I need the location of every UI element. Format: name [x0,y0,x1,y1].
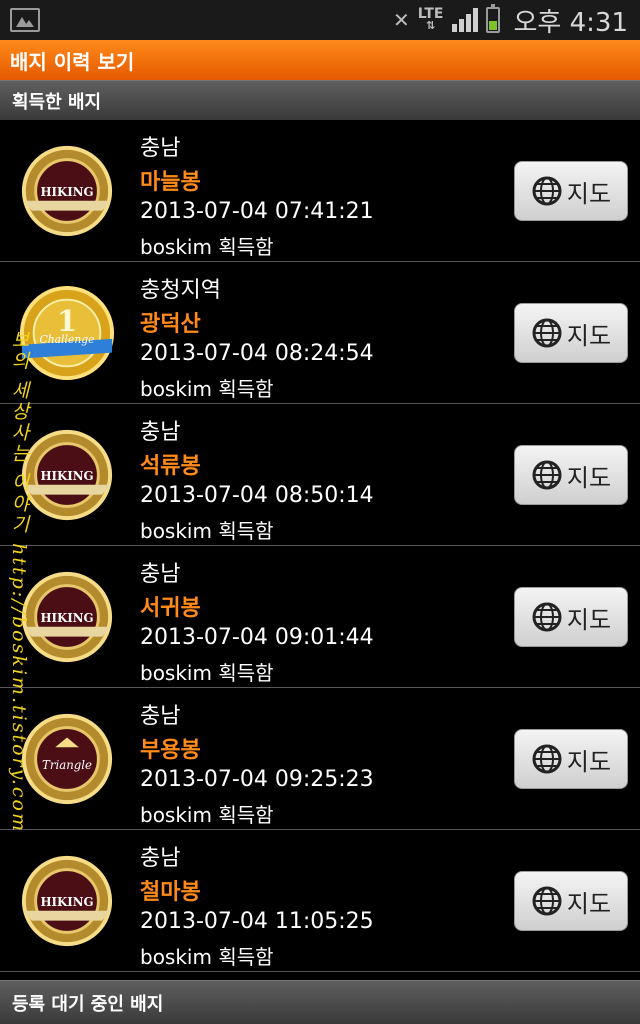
svg-text:Triangle: Triangle [42,758,92,772]
badge-mountain: 부용봉 [140,738,201,763]
acquired-section-header: 획득한 배지 [0,80,640,120]
svg-text:HIKING: HIKING [40,895,93,909]
hiking-badge-icon: HIKING [21,145,113,237]
badge-mountain: 철마봉 [140,880,201,905]
map-button[interactable]: 지도 [514,729,628,789]
badge-mountain: 광덕산 [140,312,201,337]
map-button-label: 지도 [566,321,612,350]
globe-icon [532,886,562,916]
map-button[interactable]: 지도 [514,445,628,505]
globe-icon [532,744,562,774]
badge-region: 충남 [140,704,181,729]
map-button[interactable]: 지도 [514,871,628,931]
badge-user: boskim 획득함 [140,661,274,685]
badge-datetime: 2013-07-04 11:05:25 [140,909,374,934]
badge-mountain: 서귀봉 [140,596,201,621]
map-button[interactable]: 지도 [514,161,628,221]
map-button-label: 지도 [566,463,612,492]
mute-icon: ✕ [393,8,410,32]
badge-user: boskim 획득함 [140,519,274,543]
map-button[interactable]: 지도 [514,587,628,647]
map-button-label: 지도 [566,605,612,634]
status-bar: ✕ LTE ⇅ 오후 4:31 [0,0,640,40]
map-button-label: 지도 [566,889,612,918]
svg-text:HIKING: HIKING [40,185,93,199]
globe-icon [532,460,562,490]
badge-row: HIKING 충남 마늘봉 2013-07-04 07:41:21 boskim… [0,120,640,262]
badge-mountain: 마늘봉 [140,170,201,195]
watermark: 보의 세상사는 이야기 http://boskim.tistory.com [6,330,42,1020]
badge-datetime: 2013-07-04 09:25:23 [140,767,374,792]
status-time: 오후 4:31 [513,7,629,38]
badge-row: HIKING 충남 석류봉 2013-07-04 08:50:14 boskim… [0,404,640,546]
map-button-label: 지도 [566,747,612,776]
badge-row: HIKING 충남 철마봉 2013-07-04 11:05:25 boskim… [0,830,640,972]
badge-datetime: 2013-07-04 08:24:54 [140,341,374,366]
badge-user: boskim 획득함 [140,377,274,401]
badge-region: 충청지역 [140,278,221,303]
map-button-label: 지도 [566,179,612,208]
svg-text:HIKING: HIKING [40,611,93,625]
badge-region: 충남 [140,136,181,161]
badge-list: HIKING 충남 마늘봉 2013-07-04 07:41:21 boskim… [0,120,640,972]
badge-region: 충남 [140,420,181,445]
badge-user: boskim 획득함 [140,235,274,259]
acquired-section-label: 획득한 배지 [12,91,102,113]
pending-section-header: 등록 대기 중인 배지 [0,980,640,1024]
badge-row: Triangle 충남 부용봉 2013-07-04 09:25:23 bosk… [0,688,640,830]
page-title: 배지 이력 보기 [10,49,135,74]
badge-user: boskim 획득함 [140,945,274,969]
signal-icon [451,8,478,32]
badge-region: 충남 [140,846,181,871]
badge-row: 1 Challenge 충청지역 광덕산 2013-07-04 08:24:54… [0,262,640,404]
badge-row: HIKING 충남 서귀봉 2013-07-04 09:01:44 boskim… [0,546,640,688]
network-type-icon: LTE ⇅ [417,6,444,32]
badge-mountain: 석류봉 [140,454,201,479]
badge-region: 충남 [140,562,181,587]
globe-icon [532,176,562,206]
svg-text:HIKING: HIKING [40,469,93,483]
svg-text:Challenge: Challenge [39,333,94,346]
badge-datetime: 2013-07-04 09:01:44 [140,625,374,650]
badge-datetime: 2013-07-04 07:41:21 [140,199,374,224]
title-bar: 배지 이력 보기 [0,40,640,80]
gallery-notification-icon [10,8,40,32]
watermark-text: 보의 세상사는 이야기 http://boskim.tistory.com [8,330,30,833]
globe-icon [532,602,562,632]
battery-icon [485,4,500,33]
badge-user: boskim 획득함 [140,803,274,827]
globe-icon [532,318,562,348]
map-button[interactable]: 지도 [514,303,628,363]
badge-datetime: 2013-07-04 08:50:14 [140,483,374,508]
